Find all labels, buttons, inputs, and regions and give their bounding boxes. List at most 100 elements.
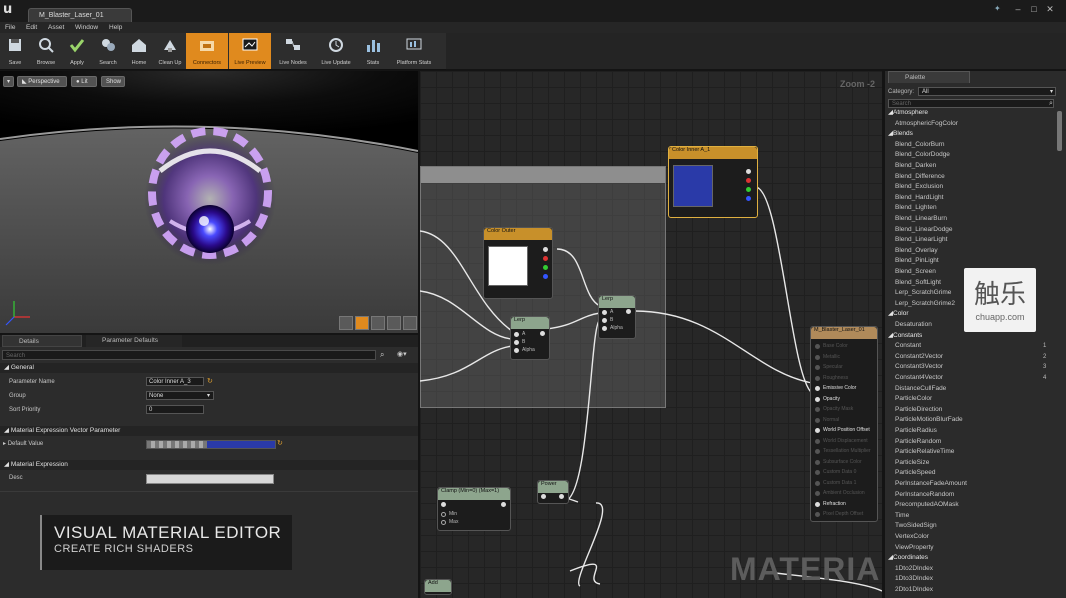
perspective-button[interactable]: ◣ Perspective: [17, 76, 67, 87]
node-color-outer[interactable]: Color Outer: [483, 227, 553, 299]
input-pin-b[interactable]: [514, 340, 519, 345]
input-pin-alpha[interactable]: [602, 326, 607, 331]
input-pin-a[interactable]: [514, 332, 519, 337]
material-graph[interactable]: Zoom -2 MATERIAL Color Inner A_1 Color O…: [420, 71, 882, 598]
palette-search-input[interactable]: Search: [888, 99, 1054, 108]
result-input-pin[interactable]: [815, 354, 820, 360]
toolbar-save-button[interactable]: Save: [0, 33, 30, 69]
lit-button[interactable]: ● Lit: [71, 76, 97, 87]
result-input-pin[interactable]: [815, 449, 820, 454]
node-color-inner[interactable]: Color Inner A_1: [668, 146, 758, 218]
input-pin[interactable]: [441, 502, 446, 507]
palette-item[interactable]: Time: [895, 511, 909, 522]
palette-item[interactable]: PerInstanceRandom: [895, 490, 954, 501]
toolbar-live-update-button[interactable]: Live Update: [315, 33, 357, 69]
result-input-pin[interactable]: [815, 438, 820, 444]
output-pin[interactable]: [540, 331, 545, 336]
node-lerp-1[interactable]: Lerp A B Alpha: [510, 316, 550, 360]
menu-file[interactable]: File: [5, 22, 15, 33]
result-input-pin[interactable]: [815, 470, 820, 475]
preview-mesh-icon[interactable]: [403, 316, 417, 330]
output-pin-g[interactable]: [543, 265, 548, 270]
default-value-color-swatch[interactable]: [146, 440, 276, 449]
reset-default-icon[interactable]: ↻: [277, 439, 283, 447]
palette-item[interactable]: Lerp_ScratchGrime: [895, 288, 951, 299]
parameter-name-input[interactable]: Color Inner A_3: [146, 377, 204, 386]
input-pin-b[interactable]: [602, 318, 607, 323]
toolbar-live-nodes-button[interactable]: Live Nodes: [272, 33, 314, 69]
result-input-pin[interactable]: [815, 417, 820, 423]
output-pin[interactable]: [501, 502, 506, 507]
tab-palette[interactable]: Palette: [888, 71, 970, 83]
output-pin-r[interactable]: [746, 178, 751, 183]
preview-viewport[interactable]: ▾ ◣ Perspective ● Lit Show: [0, 71, 418, 333]
palette-item[interactable]: Constant3Vector: [895, 362, 943, 373]
input-pin-min[interactable]: [441, 512, 446, 517]
preview-plane-icon[interactable]: [371, 316, 385, 330]
result-input-pin[interactable]: [815, 344, 820, 349]
toolbar-apply-button[interactable]: Apply: [62, 33, 92, 69]
node-lerp-2[interactable]: Lerp A B Alpha: [598, 295, 636, 339]
output-pin[interactable]: [626, 309, 631, 314]
output-pin-r[interactable]: [543, 256, 548, 261]
palette-category[interactable]: ◢Atmosphere: [888, 108, 928, 119]
output-pin-g[interactable]: [746, 187, 751, 192]
palette-category[interactable]: ◢Color: [888, 309, 909, 320]
palette-item[interactable]: Constant2Vector: [895, 352, 943, 363]
palette-category[interactable]: ◢Blends: [888, 129, 913, 140]
output-pin-b[interactable]: [746, 196, 751, 201]
output-pin[interactable]: [543, 247, 548, 252]
result-input-pin[interactable]: [815, 459, 820, 465]
palette-item[interactable]: Desaturation: [895, 320, 932, 331]
palette-item[interactable]: Blend_Overlay: [895, 246, 938, 257]
palette-item[interactable]: ParticleRadius: [895, 426, 937, 437]
node-clamp[interactable]: Clamp (Min=0) (Max=1) Min Max: [437, 487, 511, 531]
preview-cube-icon[interactable]: [387, 316, 401, 330]
input-pin-max[interactable]: [441, 520, 446, 525]
palette-item[interactable]: VertexColor: [895, 532, 929, 543]
palette-item[interactable]: ParticleColor: [895, 394, 932, 405]
preview-cylinder-icon[interactable]: [339, 316, 353, 330]
input-pin-alpha[interactable]: [514, 348, 519, 353]
result-input-pin[interactable]: [815, 386, 820, 391]
palette-category[interactable]: ◢Coordinates: [888, 553, 928, 564]
palette-item[interactable]: Blend_Lighten: [895, 203, 937, 214]
menu-window[interactable]: Window: [75, 22, 98, 33]
search-icon[interactable]: ⌕: [1049, 99, 1053, 108]
group-select[interactable]: None ▾: [146, 391, 214, 400]
menu-help[interactable]: Help: [109, 22, 122, 33]
palette-item[interactable]: Blend_ColorBurn: [895, 140, 945, 151]
palette-item[interactable]: ParticleRandom: [895, 437, 941, 448]
minimize-button[interactable]: –: [1012, 4, 1024, 14]
palette-item[interactable]: ParticleSpeed: [895, 468, 935, 479]
palette-item[interactable]: ParticleDirection: [895, 405, 942, 416]
palette-item[interactable]: Blend_SoftLight: [895, 278, 941, 289]
palette-item[interactable]: DistanceCullFade: [895, 384, 946, 395]
reset-icon[interactable]: ↻: [207, 377, 213, 385]
toolbar-home-button[interactable]: Home: [124, 33, 154, 69]
result-input-pin[interactable]: [815, 501, 820, 507]
palette-item[interactable]: Lerp_ScratchGrime2: [895, 299, 955, 310]
output-pin[interactable]: [746, 169, 751, 174]
palette-item[interactable]: 1Dto2DIndex: [895, 564, 933, 575]
palette-category[interactable]: ◢Constants: [888, 331, 922, 342]
toolbar-stats-button[interactable]: Stats: [358, 33, 388, 69]
section-vector-parameter[interactable]: ◢ Material Expression Vector Parameter: [0, 426, 418, 436]
result-input-pin[interactable]: [815, 512, 820, 517]
palette-item[interactable]: Constant4Vector: [895, 373, 943, 384]
palette-item[interactable]: Blend_Screen: [895, 267, 936, 278]
tab-parameter-defaults[interactable]: Parameter Defaults: [86, 335, 182, 347]
sort-priority-input[interactable]: 0: [146, 405, 204, 414]
node-add[interactable]: Add: [424, 579, 452, 595]
result-input-pin[interactable]: [815, 375, 820, 381]
result-input-pin[interactable]: [815, 491, 820, 496]
palette-scrollbar[interactable]: [1057, 111, 1062, 151]
input-pin-a[interactable]: [602, 310, 607, 315]
toolbar-live-preview-button[interactable]: Live Preview: [229, 33, 271, 69]
palette-item[interactable]: ParticleRelativeTime: [895, 447, 954, 458]
category-select[interactable]: All ▾: [918, 87, 1056, 96]
palette-item[interactable]: Blend_HardLight: [895, 193, 943, 204]
input-pin[interactable]: [541, 494, 546, 499]
palette-item[interactable]: Blend_PinLight: [895, 256, 939, 267]
palette-item[interactable]: ViewProperty: [895, 543, 934, 554]
